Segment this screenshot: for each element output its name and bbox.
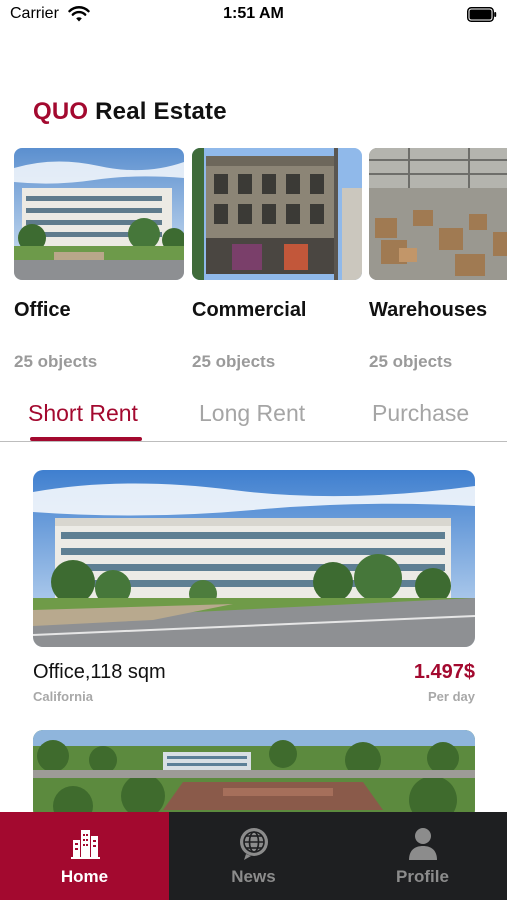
warehouse-interior-photo [369,148,507,280]
aerial-office-photo[interactable] [33,730,475,820]
status-bar: Carrier 1:51 AM [0,0,507,30]
category-card-office[interactable]: Office 25 objects [14,148,184,371]
category-carousel[interactable]: Office 25 objects Commercial 25 objects … [14,148,507,388]
rent-tabs: Short Rent Long Rent Purchase [0,396,507,442]
listing-title: Office,118 sqm [33,661,166,683]
category-count: 25 objects [369,352,453,371]
nav-label-news: News [231,867,276,886]
tab-long-rent[interactable]: Long Rent [199,400,305,427]
category-count: 25 objects [14,352,98,371]
category-title: Office [14,299,71,321]
commercial-building-photo [192,148,362,280]
nav-item-news[interactable]: News [169,812,338,900]
office-building-photo [14,148,184,280]
nav-item-home[interactable]: Home [0,812,169,900]
listing-price: 1.497$ [413,661,475,683]
category-card-commercial[interactable]: Commercial 25 objects [192,148,362,371]
brand-accent: QUO [33,98,89,125]
nav-item-profile[interactable]: Profile [338,812,507,900]
category-count: 25 objects [192,352,276,371]
buildings-icon [70,830,100,859]
brand-rest: Real Estate [88,98,227,125]
category-title: Warehouses [369,299,488,321]
listing-price-unit: Per day [428,689,475,704]
category-card-warehouses[interactable]: Warehouses 25 objects [369,148,507,371]
clock: 1:51 AM [223,5,284,22]
user-icon [408,828,437,860]
office-campus-photo[interactable] [33,470,475,647]
brand-title: QUO Real Estate [33,98,227,126]
globe-icon [239,828,268,860]
active-tab-indicator [30,437,142,441]
tab-short-rent[interactable]: Short Rent [28,400,138,427]
tab-purchase[interactable]: Purchase [372,400,469,427]
nav-label-profile: Profile [396,867,449,886]
nav-label-home: Home [60,867,109,886]
bottom-nav: Home News Profile [0,812,507,900]
listing-location: California [33,689,93,704]
category-title: Commercial [192,299,307,321]
battery-icon [467,7,497,22]
